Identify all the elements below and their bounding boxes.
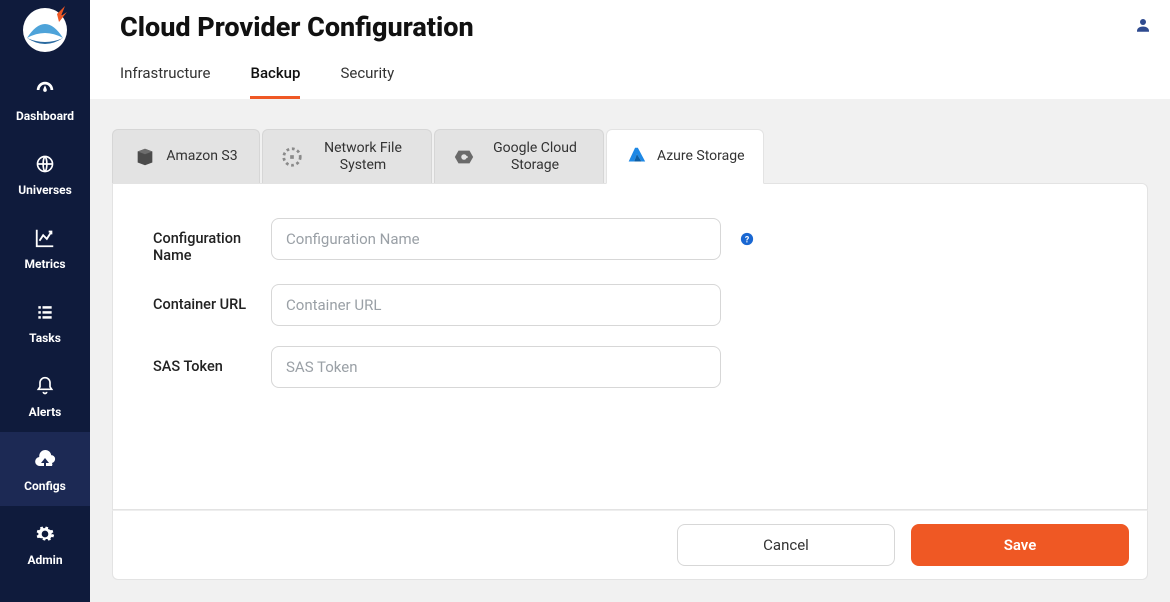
sidebar-item-label: Tasks [29,332,61,344]
tab-amazon-s3[interactable]: Amazon S3 [112,129,260,184]
app-logo[interactable] [21,6,69,54]
panel-footer: Cancel Save [112,510,1148,580]
subnav: Infrastructure Backup Security [90,54,1170,99]
network-icon [281,146,303,168]
gcs-icon [453,146,475,168]
subnav-security[interactable]: Security [340,64,394,99]
sas-token-label: SAS Token [153,346,253,375]
gear-icon [33,522,57,546]
container-url-input[interactable] [271,284,721,326]
bell-icon [33,374,57,398]
sidebar-item-dashboard[interactable]: Dashboard [0,62,90,136]
user-menu[interactable] [1134,16,1152,38]
chart-line-icon [33,226,57,250]
save-button[interactable]: Save [911,524,1129,566]
tab-label: Network File System [313,140,413,174]
subnav-infrastructure[interactable]: Infrastructure [120,64,210,99]
tab-gcs[interactable]: Google Cloud Storage [434,129,604,184]
form-panel: Configuration Name ? Container URL SAS T… [112,183,1148,510]
subnav-backup[interactable]: Backup [250,64,300,99]
help-icon[interactable]: ? [739,231,755,247]
sidebar-item-label: Configs [24,480,66,492]
sidebar-item-label: Universes [18,184,72,196]
tab-label: Google Cloud Storage [485,140,585,174]
amazon-s3-icon [134,146,156,168]
container-url-label: Container URL [153,284,253,313]
tab-nfs[interactable]: Network File System [262,129,432,184]
sidebar-item-universes[interactable]: Universes [0,136,90,210]
sidebar-item-alerts[interactable]: Alerts [0,358,90,432]
svg-text:?: ? [745,235,750,245]
cancel-button[interactable]: Cancel [677,524,895,566]
sidebar-item-admin[interactable]: Admin [0,506,90,580]
sidebar-item-label: Dashboard [16,110,74,122]
sidebar-item-label: Metrics [24,258,65,270]
config-name-label: Configuration Name [153,218,253,265]
sidebar-item-label: Alerts [29,406,62,418]
sidebar-item-metrics[interactable]: Metrics [0,210,90,284]
tab-label: Amazon S3 [166,148,237,165]
sidebar-item-tasks[interactable]: Tasks [0,284,90,358]
topbar: Cloud Provider Configuration [90,0,1170,54]
sas-token-input[interactable] [271,346,721,388]
dashboard-icon [33,78,57,102]
azure-icon [625,145,647,167]
sidebar-item-configs[interactable]: Configs [0,432,90,506]
provider-tabs: Amazon S3 Network File System Google Clo… [112,129,1148,184]
globe-icon [33,152,57,176]
tab-label: Azure Storage [657,148,745,165]
sidebar-item-label: Admin [27,554,62,566]
list-icon [33,300,57,324]
config-name-input[interactable] [271,218,721,260]
tab-azure[interactable]: Azure Storage [606,129,764,184]
sidebar: Dashboard Universes Metrics Tasks Alerts [0,0,90,602]
cloud-upload-icon [33,448,57,472]
page-title: Cloud Provider Configuration [120,11,474,43]
